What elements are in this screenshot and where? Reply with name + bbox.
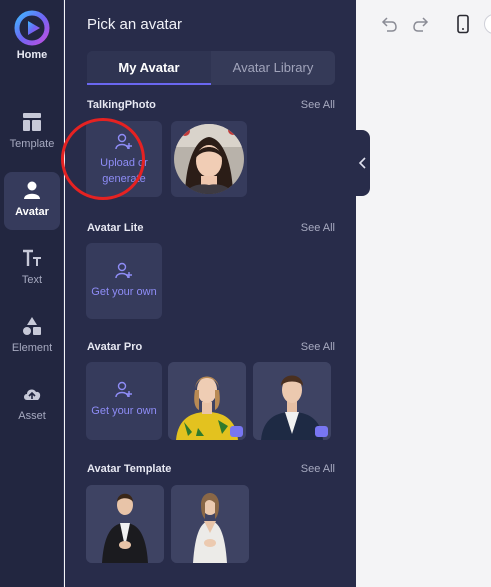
undo-icon[interactable] bbox=[379, 14, 399, 34]
see-all-avatar-lite[interactable]: See All bbox=[301, 222, 335, 234]
add-user-icon bbox=[115, 381, 132, 398]
nav-element[interactable]: Element bbox=[4, 308, 60, 366]
asset-icon bbox=[24, 389, 41, 400]
avatar-pro-card-woman[interactable] bbox=[168, 362, 246, 440]
nav-asset-label: Asset bbox=[18, 410, 46, 422]
avatar-pro-card-man[interactable] bbox=[253, 362, 331, 440]
left-rail: Home Template Avatar Text Element Asset bbox=[0, 0, 64, 587]
text-icon bbox=[23, 249, 41, 266]
pro-badge-icon bbox=[230, 426, 243, 437]
avatar-template-card-man[interactable] bbox=[86, 485, 164, 563]
redo-icon[interactable] bbox=[411, 14, 431, 34]
collapse-panel-handle[interactable] bbox=[356, 130, 370, 196]
avatar-icon bbox=[24, 181, 40, 199]
nav-avatar-label: Avatar bbox=[15, 206, 49, 218]
section-title-avatar-template: Avatar Template bbox=[87, 463, 172, 475]
add-user-icon bbox=[115, 262, 132, 279]
tab-avatar-library[interactable]: Avatar Library bbox=[211, 51, 335, 85]
nav-element-label: Element bbox=[11, 342, 53, 354]
get-your-own-pro-button[interactable]: Get your own bbox=[86, 362, 162, 440]
nav-avatar[interactable]: Avatar bbox=[4, 172, 60, 230]
see-all-avatar-template[interactable]: See All bbox=[301, 463, 335, 475]
home-label: Home bbox=[16, 49, 48, 61]
highlight-annotation-circle bbox=[61, 118, 145, 200]
element-icon bbox=[23, 317, 41, 335]
section-title-avatar-pro: Avatar Pro bbox=[87, 341, 143, 353]
template-icon bbox=[23, 113, 41, 131]
avatar-template-card-woman[interactable] bbox=[171, 485, 249, 563]
nav-template-label: Template bbox=[9, 138, 55, 150]
talkingphoto-image bbox=[174, 124, 244, 194]
section-title-avatar-lite: Avatar Lite bbox=[87, 222, 144, 234]
see-all-avatar-pro[interactable]: See All bbox=[301, 341, 335, 353]
avatar-panel: Pick an avatar My Avatar Avatar Library … bbox=[61, 0, 356, 587]
logo-icon bbox=[14, 10, 50, 46]
tab-my-avatar[interactable]: My Avatar bbox=[87, 51, 211, 85]
pro-badge-icon bbox=[315, 426, 328, 437]
see-all-talkingphoto[interactable]: See All bbox=[301, 99, 335, 111]
talkingphoto-card[interactable] bbox=[171, 121, 247, 197]
nav-text[interactable]: Text bbox=[4, 240, 60, 298]
get-your-own-text: Get your own bbox=[91, 405, 157, 417]
section-title-talkingphoto: TalkingPhoto bbox=[87, 99, 156, 111]
get-your-own-lite-button[interactable]: Get your own bbox=[86, 243, 162, 319]
avatar-template-woman-image bbox=[171, 485, 249, 563]
mobile-preview-icon[interactable] bbox=[453, 14, 473, 34]
nav-asset[interactable]: Asset bbox=[4, 376, 60, 434]
chevron-left-icon bbox=[358, 157, 366, 169]
toggle-switch[interactable] bbox=[484, 14, 491, 34]
avatar-template-man-image bbox=[86, 485, 164, 563]
nav-text-label: Text bbox=[21, 274, 43, 286]
panel-title: Pick an avatar bbox=[87, 16, 183, 33]
nav-template[interactable]: Template bbox=[4, 104, 60, 162]
get-your-own-text: Get your own bbox=[91, 286, 157, 298]
avatar-tabs: My Avatar Avatar Library bbox=[87, 51, 335, 85]
